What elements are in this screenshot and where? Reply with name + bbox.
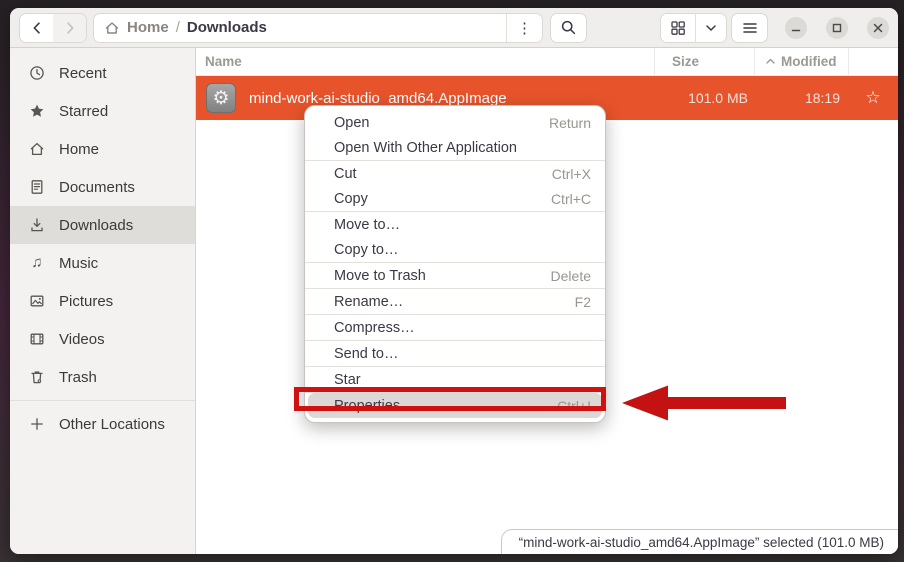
sidebar-item-home[interactable]: Home [10,130,195,168]
menu-item-cut[interactable]: Cut Ctrl+X [305,161,605,186]
back-button[interactable] [20,14,53,42]
sidebar-label: Other Locations [59,416,165,433]
music-icon: ♫ [29,255,45,271]
breadcrumb-home[interactable]: Home [127,19,169,36]
sidebar-item-videos[interactable]: Videos [10,320,195,358]
sidebar-item-recent[interactable]: Recent [10,54,195,92]
menu-item-move-to[interactable]: Move to… [305,212,605,237]
chevron-left-icon [29,20,45,36]
sidebar-label: Pictures [59,293,113,310]
close-icon [872,22,884,34]
sidebar-item-trash[interactable]: Trash [10,358,195,396]
menu-item-open[interactable]: Open Return [305,110,605,135]
context-menu: Open Return Open With Other Application … [304,105,606,423]
menu-item-move-to-trash[interactable]: Move to Trash Delete [305,263,605,288]
chevron-down-icon [704,21,718,35]
breadcrumb: Home / Downloads [94,14,506,42]
hamburger-icon [742,21,758,35]
file-size: 101.0 MB [654,90,754,106]
nav-button-group [19,13,87,43]
close-button[interactable] [867,17,889,39]
menu-item-copy[interactable]: Copy Ctrl+C [305,186,605,211]
file-modified: 18:19 [754,90,848,106]
column-header-size[interactable]: Size [654,48,754,75]
executable-gear-icon: ⚙ [206,83,236,113]
path-options-button[interactable]: ⋮ [506,14,542,42]
documents-icon [29,179,45,195]
recent-icon [29,65,45,81]
menu-item-send-to[interactable]: Send to… [305,341,605,366]
sidebar-item-other-locations[interactable]: Other Locations [10,405,195,443]
minimize-icon [790,22,802,34]
menu-item-copy-to[interactable]: Copy to… [305,237,605,262]
desktop-background: Home / Downloads ⋮ [0,0,904,562]
highlight-box [294,387,606,411]
grid-view-button[interactable] [661,14,696,42]
pictures-icon [29,293,45,309]
videos-icon [29,331,45,347]
sidebar-label: Recent [59,65,107,82]
path-bar-group: Home / Downloads ⋮ [93,13,543,43]
menu-item-rename[interactable]: Rename… F2 [305,289,605,314]
breadcrumb-current[interactable]: Downloads [187,19,267,36]
status-text: “mind-work-ai-studio_amd64.AppImage” sel… [519,535,884,550]
grid-view-icon [670,20,686,36]
column-headers: Name Size Modified [196,48,898,76]
sidebar-item-pictures[interactable]: Pictures [10,282,195,320]
sidebar-separator [10,400,195,401]
view-toggle-group [660,13,727,43]
sidebar-label: Videos [59,331,105,348]
view-options-dropdown[interactable] [696,14,726,42]
hamburger-menu-button[interactable] [731,13,768,43]
maximize-button[interactable] [826,17,848,39]
window-controls [785,17,889,39]
home-icon [104,20,120,36]
column-header-name[interactable]: Name [196,54,654,69]
maximize-icon [831,22,843,34]
plus-icon [29,416,45,432]
sidebar-label: Music [59,255,98,272]
trash-icon [29,369,45,385]
search-icon [560,19,577,36]
forward-button[interactable] [53,14,86,42]
vertical-dots-icon: ⋮ [517,19,532,37]
sidebar-label: Trash [59,369,97,386]
sidebar-item-downloads[interactable]: Downloads [10,206,195,244]
column-header-modified[interactable]: Modified [754,48,848,75]
headerbar: Home / Downloads ⋮ [10,8,898,48]
sort-ascending-icon [765,56,776,67]
sidebar-label: Home [59,141,99,158]
breadcrumb-separator: / [176,19,180,36]
menu-item-open-with[interactable]: Open With Other Application [305,135,605,160]
status-bar: “mind-work-ai-studio_amd64.AppImage” sel… [501,529,898,554]
chevron-right-icon [62,20,78,36]
sidebar-label: Downloads [59,217,133,234]
sidebar-item-documents[interactable]: Documents [10,168,195,206]
file-name: mind-work-ai-studio_amd64.AppImage [249,90,654,107]
pointer-arrow [618,383,790,423]
menu-item-compress[interactable]: Compress… [305,315,605,340]
search-button[interactable] [550,13,587,43]
home-icon [29,141,45,157]
star-outline-icon[interactable]: ☆ [848,88,898,108]
column-header-star [848,48,898,75]
minimize-button[interactable] [785,17,807,39]
starred-icon [29,103,45,119]
sidebar-item-music[interactable]: ♫ Music [10,244,195,282]
downloads-icon [29,217,45,233]
sidebar: Recent Starred Home Documents Downloads [10,48,196,554]
sidebar-label: Documents [59,179,135,196]
sidebar-label: Starred [59,103,108,120]
sidebar-item-starred[interactable]: Starred [10,92,195,130]
